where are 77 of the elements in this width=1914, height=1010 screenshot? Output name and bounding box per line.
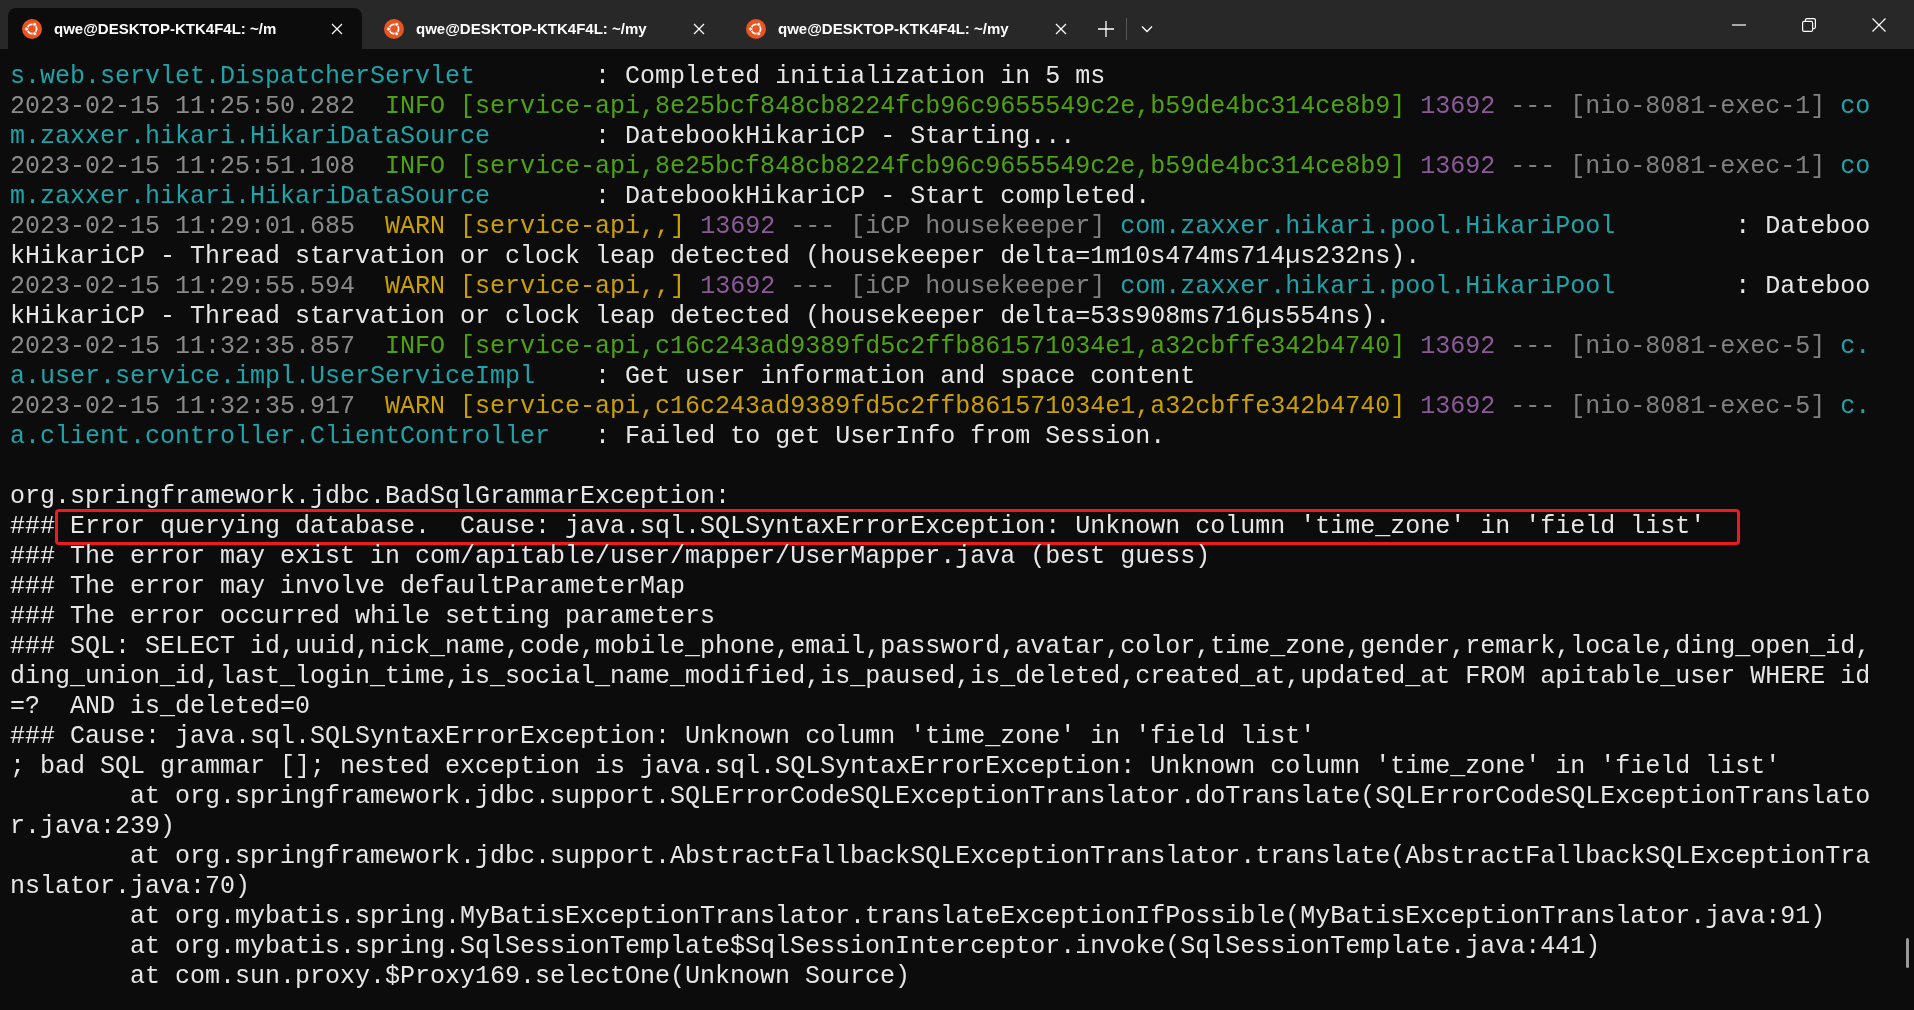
log-message: : Completed initialization in 5 ms: [595, 62, 1106, 91]
thread-name: --- [nio-8081-exec-5]: [1510, 332, 1827, 361]
plus-icon[interactable]: [1097, 19, 1115, 38]
logger-name: c.: [1840, 392, 1871, 421]
log-timestamp: 2023-02-15 11:25:51.108: [10, 152, 357, 181]
logger-name: com.zaxxer.hikari.pool.HikariPool: [1120, 272, 1617, 301]
stack-trace-line: at org.springframework.jdbc.support.SQLErrorCodeSQLExceptionTranslator.doTranslate(SQLErrorCodeSQLExceptionTranslato: [129, 782, 1871, 811]
terminal-text: ; bad SQL grammar []; nested exception is java.sql.SQLSyntaxErrorException: Unknown column 'time_zone' in 'field list': [10, 752, 1781, 781]
restore-icon[interactable]: [1802, 17, 1816, 32]
close-icon[interactable]: [1054, 21, 1068, 36]
logger-name: co: [1840, 152, 1871, 181]
ubuntu-icon: [22, 18, 42, 39]
log-level: WARN [service-api,c16c243ad9389fd5c2ffb861571034e1,a32cbffe342b4740]: [385, 392, 1407, 421]
log-level: INFO [service-api,c16c243ad9389fd5c2ffb861571034e1,a32cbffe342b4740]: [385, 332, 1407, 361]
terminal-text: ding_union_id,last_login_time,is_social_name_modified,is_paused,is_deleted,created_at,updated_at FROM apitable_user WHERE id: [10, 662, 1871, 691]
stack-trace-line: at com.sun.proxy.$Proxy169.selectOne(Unknown Source): [129, 962, 911, 991]
log-level: INFO [service-api,8e25bcf848cb8224fcb96c9655549c2e,b59de4bc314ce8b9]: [385, 92, 1407, 121]
process-id: 13692: [700, 272, 777, 301]
close-icon[interactable]: [330, 21, 344, 36]
terminal-tab[interactable]: qwe@DESKTOP-KTK4F4L: ~/m: [8, 8, 362, 49]
log-timestamp: 2023-02-15 11:32:35.917: [10, 392, 357, 421]
thread-name: --- [nio-8081-exec-1]: [1510, 92, 1827, 121]
terminal-text: ###: [10, 512, 55, 541]
process-id: 13692: [1420, 92, 1497, 121]
stack-trace-line: at org.springframework.jdbc.support.AbstractFallbackSQLExceptionTranslator.translate(AbstractFallbackSQLExceptionTra: [129, 842, 1871, 871]
terminal-text: ### The error occurred while setting parameters: [10, 602, 716, 631]
caret-icon[interactable]: [1141, 24, 1153, 33]
thread-name: --- [nio-8081-exec-5]: [1510, 392, 1827, 421]
minimize-icon[interactable]: [1732, 23, 1746, 26]
close-icon[interactable]: [1872, 17, 1886, 32]
close-icon[interactable]: [692, 21, 706, 36]
logger-name: s.web.servlet.DispatcherServlet: [10, 62, 477, 91]
terminal-text: ### The error may exist in com/apitable/user/mapper/UserMapper.java (best guess): [10, 542, 1211, 571]
thread-name: --- [iCP housekeeper]: [790, 272, 1107, 301]
thread-name: --- [iCP housekeeper]: [790, 212, 1107, 241]
logger-name: m.zaxxer.hikari.HikariDataSource: [10, 182, 492, 211]
log-level: WARN [service-api,,]: [385, 212, 687, 241]
terminal-text: nslator.java:70): [10, 872, 251, 901]
process-id: 13692: [700, 212, 777, 241]
stack-trace-line: at org.mybatis.spring.MyBatisExceptionTranslator.translateExceptionIfPossible(MyBatisExceptionTranslator.java:91): [129, 902, 1826, 931]
log-message: : Get user information and space content: [595, 362, 1196, 391]
logger-name: a.user.service.impl.UserServiceImpl: [10, 362, 537, 391]
log-timestamp: 2023-02-15 11:32:35.857: [10, 332, 357, 361]
terminal-text: ### Cause: java.sql.SQLSyntaxErrorException: Unknown column 'time_zone' in 'field list': [10, 722, 1316, 751]
logger-name: c.: [1840, 332, 1871, 361]
ubuntu-icon: [746, 18, 766, 39]
log-message: : DatebookHikariCP - Start completed.: [595, 182, 1151, 211]
log-level: WARN [service-api,,]: [385, 272, 687, 301]
log-timestamp: 2023-02-15 11:25:50.282: [10, 92, 357, 121]
log-message: : DatebookHikariCP - Starting...: [595, 122, 1076, 151]
stack-trace-line: at org.mybatis.spring.SqlSessionTemplate$SqlSessionInterceptor.invoke(SqlSessionTemplate.java:441): [129, 932, 1601, 961]
terminal-text: r.java:239): [10, 812, 176, 841]
logger-name: a.client.controller.ClientController: [10, 422, 552, 451]
log-message: kHikariCP - Thread starvation or clock leap detected (housekeeper delta=53s908ms716µs554ns).: [10, 302, 1391, 331]
terminal-tab[interactable]: qwe@DESKTOP-KTK4F4L: ~/my: [732, 8, 1086, 49]
log-message: kHikariCP - Thread starvation or clock leap detected (housekeeper delta=1m10s474ms714µs232ns).: [10, 242, 1421, 271]
log-message: : Failed to get UserInfo from Session.: [595, 422, 1166, 451]
terminal-text: =? AND is_deleted=0: [10, 692, 311, 721]
logger-name: co: [1840, 92, 1871, 121]
scrollbar-thumb[interactable]: [1906, 938, 1909, 968]
terminal-tab[interactable]: qwe@DESKTOP-KTK4F4L: ~/my: [370, 8, 724, 49]
log-timestamp: 2023-02-15 11:29:55.594: [10, 272, 357, 301]
terminal-text: ### The error may involve defaultParameterMap: [10, 572, 686, 601]
process-id: 13692: [1420, 152, 1497, 181]
log-message: : Dateboo: [1735, 272, 1871, 301]
highlighted-error-text: Error querying database. Cause: java.sql.SQLSyntaxErrorException: Unknown column 'time_zone' in 'field list': [55, 509, 1741, 545]
logger-name: m.zaxxer.hikari.HikariDataSource: [10, 122, 492, 151]
thread-name: --- [nio-8081-exec-1]: [1510, 152, 1827, 181]
log-timestamp: 2023-02-15 11:29:01.685: [10, 212, 357, 241]
terminal-text: ### SQL: SELECT id,uuid,nick_name,code,mobile_phone,email,password,avatar,color,time_zone,gender,remark,locale,ding_open_id,: [10, 632, 1871, 661]
process-id: 13692: [1420, 332, 1497, 361]
log-level: INFO [service-api,8e25bcf848cb8224fcb96c9655549c2e,b59de4bc314ce8b9]: [385, 152, 1407, 181]
logger-name: com.zaxxer.hikari.pool.HikariPool: [1120, 212, 1617, 241]
ubuntu-icon: [384, 18, 404, 39]
log-message: : Dateboo: [1735, 212, 1871, 241]
terminal-text: org.springframework.jdbc.BadSqlGrammarException:: [10, 482, 731, 511]
process-id: 13692: [1420, 392, 1497, 421]
